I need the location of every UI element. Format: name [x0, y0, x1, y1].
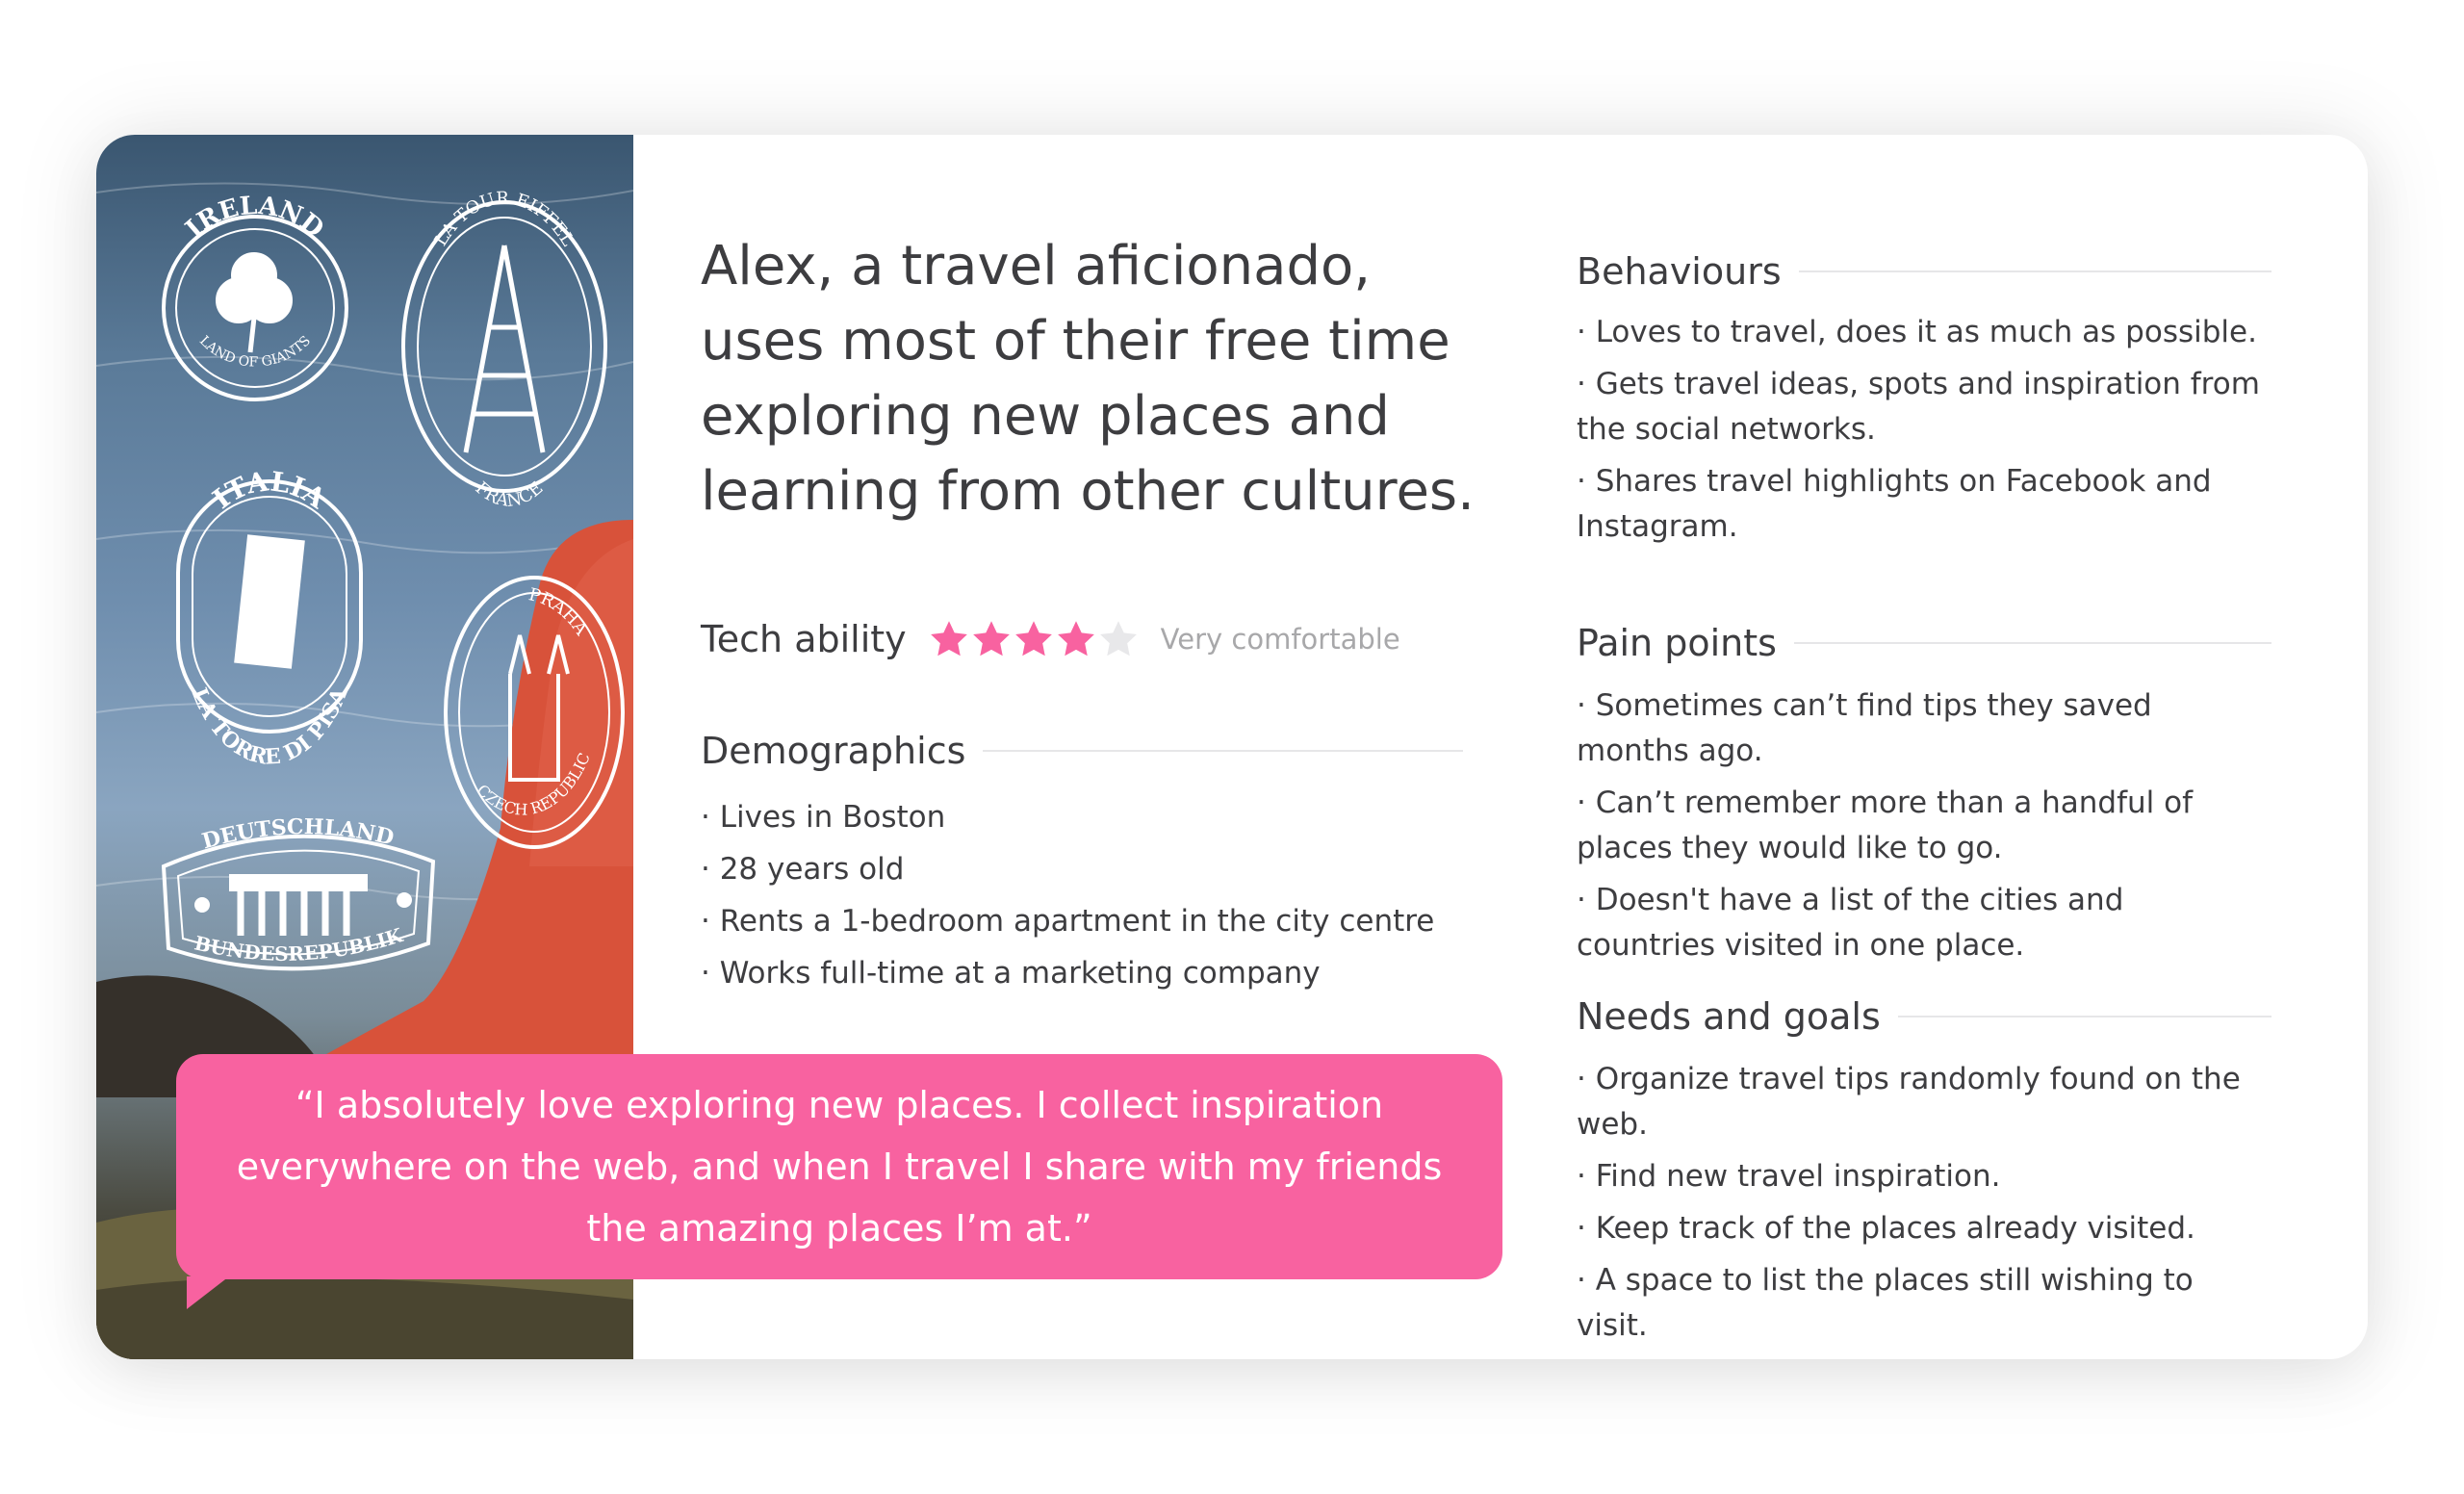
eiffel-stamp-bottom-text: FRANCE — [472, 477, 548, 511]
list-item: · Organize travel tips randomly found on… — [1577, 1062, 2241, 1142]
tech-ability-label: Tech ability — [701, 618, 907, 660]
behaviours-list: · Loves to travel, does it as much as po… — [1577, 310, 2270, 556]
list-item: · Lives in Boston — [701, 800, 946, 835]
list-item: · Rents a 1-bedroom apartment in the cit… — [701, 904, 1435, 939]
list-item: · Can’t remember more than a handful of … — [1577, 786, 2193, 865]
star-filled-icon — [1014, 621, 1052, 657]
list-item: · Sometimes can’t find tips they saved m… — [1577, 688, 2152, 768]
italia-stamp-bottom-text: LA TORRE DI PISA — [187, 683, 353, 770]
divider — [983, 750, 1463, 752]
needs-goals-header: Needs and goals — [1577, 990, 2272, 1043]
quote-bubble: “I absolutely love exploring new places.… — [176, 1054, 1502, 1279]
demographics-header: Demographics — [701, 724, 1463, 778]
deutschland-stamp-top-text: DEUTSCHLAND — [199, 814, 397, 854]
star-filled-icon — [1057, 621, 1094, 657]
needs-goals-title: Needs and goals — [1577, 995, 1881, 1038]
eiffel-stamp-top-text: LA TOUR EIFFEL — [430, 189, 578, 250]
persona-card: IRELAND LAND OF GIANTS LA TOUR EIFFEL FR… — [96, 135, 2368, 1359]
list-item: · Loves to travel, does it as much as po… — [1577, 315, 2257, 349]
star-rating — [928, 618, 1140, 660]
tech-ability: Tech ability Very comfortable — [701, 610, 1400, 668]
eiffel-stamp — [401, 200, 607, 493]
behaviours-title: Behaviours — [1577, 250, 1782, 293]
demographics-title: Demographics — [701, 730, 966, 772]
ireland-stamp-top-text: IRELAND — [180, 192, 328, 244]
star-filled-icon — [972, 621, 1010, 657]
list-item: · A space to list the places still wishi… — [1577, 1263, 2194, 1343]
star-empty-icon — [1099, 621, 1137, 657]
list-item: · Gets travel ideas, spots and inspirati… — [1577, 367, 2260, 447]
divider — [1798, 270, 2272, 272]
needs-goals-list: · Organize travel tips randomly found on… — [1577, 1057, 2270, 1355]
divider — [1793, 642, 2272, 644]
pain-points-list: · Sometimes can’t find tips they saved m… — [1577, 683, 2270, 975]
list-item: · Keep track of the places already visit… — [1577, 1211, 2195, 1246]
behaviours-header: Behaviours — [1577, 245, 2272, 298]
ireland-stamp-bottom-text: LAND OF GIANTS — [196, 333, 314, 371]
divider — [1897, 1016, 2272, 1017]
pain-points-title: Pain points — [1577, 622, 1777, 664]
list-item: · Works full-time at a marketing company — [701, 956, 1321, 991]
tech-ability-note: Very comfortable — [1160, 623, 1400, 656]
star-filled-icon — [930, 621, 967, 657]
quote-text: “I absolutely love exploring new places.… — [236, 1084, 1443, 1249]
persona-headline: Alex, a travel aficionado, uses most of … — [701, 235, 1475, 523]
list-item: · Shares travel highlights on Facebook a… — [1577, 464, 2212, 544]
quote-bubble-tail — [187, 1276, 229, 1309]
demographics-list: · Lives in Boston · 28 years old · Rents… — [701, 795, 1471, 1003]
ireland-stamp — [162, 215, 348, 401]
list-item: · Find new travel inspiration. — [1577, 1159, 2001, 1194]
pain-points-header: Pain points — [1577, 616, 2272, 670]
list-item: · 28 years old — [701, 852, 905, 887]
list-item: · Doesn't have a list of the cities and … — [1577, 883, 2124, 963]
